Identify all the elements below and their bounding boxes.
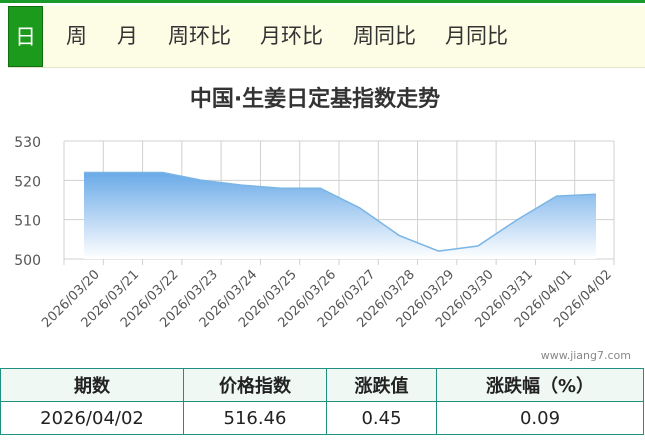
cell-change-value: 0.45	[326, 401, 437, 435]
x-axis: 2026/03/202026/03/212026/03/222026/03/23…	[39, 267, 615, 331]
cell-period: 2026/04/02	[0, 401, 184, 435]
y-tick-label: 530	[14, 135, 41, 151]
period-tab-bar: 日 周 月 周环比 月环比 周同比 月同比	[8, 6, 645, 68]
col-header-change-value: 涨跌值	[326, 368, 437, 402]
tab-day[interactable]: 日	[8, 6, 43, 67]
col-header-price-index: 价格指数	[183, 368, 327, 402]
cell-price-index: 516.46	[183, 401, 327, 435]
series-area	[84, 172, 596, 259]
tab-month-year-on-year[interactable]: 月同比	[445, 6, 508, 67]
tab-week-year-on-year[interactable]: 周同比	[353, 6, 416, 67]
top-accent-line	[0, 0, 645, 3]
y-axis: 500 510 520 530	[14, 135, 41, 269]
y-tick-label: 510	[14, 214, 41, 230]
tab-month[interactable]: 月	[117, 6, 138, 67]
index-trend-chart: 中国·生姜日定基指数走势 500 510 520 530 2026/03/202026…	[14, 86, 631, 362]
tab-month-on-month[interactable]: 月环比	[260, 6, 323, 67]
table-header-row: 期数 价格指数 涨跌值 涨跌幅（%）	[0, 368, 644, 402]
cell-change-percent: 0.09	[436, 401, 644, 435]
tab-week[interactable]: 周	[66, 6, 87, 67]
chart-title: 中国·生姜日定基指数走势	[190, 86, 440, 112]
table-row: 2026/04/02 516.46 0.45 0.09	[0, 401, 644, 435]
tab-week-on-week[interactable]: 周环比	[168, 6, 231, 67]
y-tick-label: 520	[14, 174, 41, 190]
col-header-period: 期数	[0, 368, 184, 402]
y-tick-label: 500	[14, 253, 41, 269]
col-header-change-percent: 涨跌幅（%）	[436, 368, 644, 402]
index-summary-table: 期数 价格指数 涨跌值 涨跌幅（%） 2026/04/02 516.46 0.4…	[0, 368, 644, 435]
watermark: www.jiang7.com	[541, 349, 631, 362]
